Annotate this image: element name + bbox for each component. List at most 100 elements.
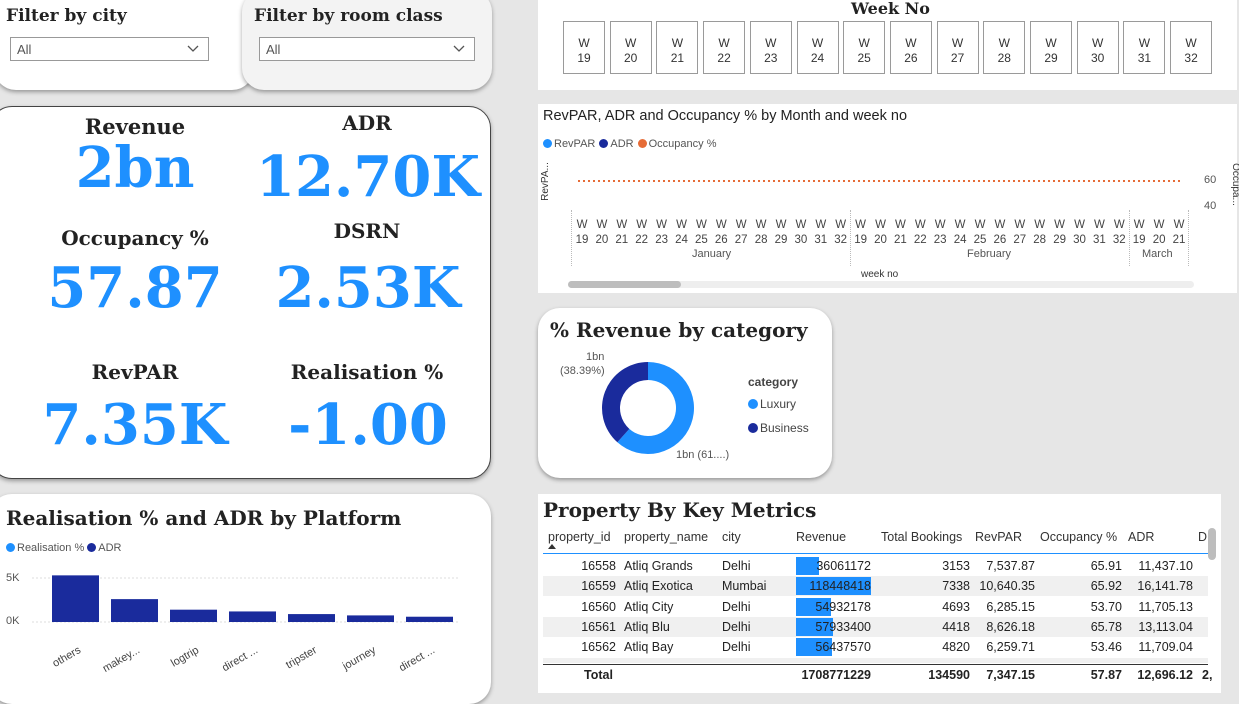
category-legend-title: category bbox=[748, 375, 799, 389]
week-button[interactable]: W 23 bbox=[749, 21, 792, 74]
column-header[interactable]: Revenue bbox=[796, 530, 846, 544]
week-button[interactable]: W 32 bbox=[1170, 21, 1213, 74]
cell-bookings: 3153 bbox=[942, 559, 970, 573]
x-tick-number: 29 bbox=[774, 234, 788, 246]
week-button[interactable]: W 19 bbox=[563, 21, 605, 74]
legend-label: ADR bbox=[610, 138, 634, 150]
cell-property-name: Atliq City bbox=[624, 599, 674, 614]
week-prefix: W bbox=[671, 36, 684, 50]
table-row[interactable]: 16561 Atliq Blu Delhi 57933400 4418 8,626.18 6… bbox=[543, 616, 1208, 637]
platform-bar[interactable] bbox=[170, 609, 217, 622]
table-row[interactable]: 16558 Atliq Grands Delhi 36061172 3153 7,537.… bbox=[543, 556, 1208, 576]
donut-slice-business[interactable] bbox=[602, 362, 648, 443]
x-tick-week: W bbox=[616, 219, 628, 231]
cell-property-name: Atliq Exotica bbox=[624, 579, 693, 594]
chevron-down-icon bbox=[453, 45, 465, 52]
horizontal-scrollbar[interactable] bbox=[568, 281, 1194, 288]
luxury-slice-label: 1bn (61....) bbox=[676, 449, 730, 461]
x-tick-week: W bbox=[855, 219, 867, 231]
city-filter-dropdown[interactable]: All bbox=[10, 37, 209, 61]
trend-chart-legend: RevPAR ADR Occupancy % bbox=[543, 138, 720, 150]
x-tick-number: 21 bbox=[1172, 234, 1186, 246]
legend-item[interactable]: ADR bbox=[599, 138, 634, 150]
room-class-filter-value: All bbox=[266, 42, 281, 57]
column-header[interactable]: RevPAR bbox=[975, 530, 1022, 544]
month-separator bbox=[1188, 210, 1189, 266]
week-button[interactable]: W 24 bbox=[796, 21, 839, 74]
x-tick-number: 27 bbox=[734, 234, 748, 246]
scrollbar-thumb[interactable] bbox=[568, 281, 681, 288]
platform-bars: others makey... logtrip direct ... tripster j… bbox=[32, 575, 460, 675]
x-tick-number: 24 bbox=[675, 234, 688, 246]
revenue-databar bbox=[796, 557, 819, 575]
week-button[interactable]: W 20 bbox=[609, 21, 652, 74]
table-row[interactable]: 16559 Atliq Exotica Mumbai 118448418 7338 10,… bbox=[543, 576, 1208, 597]
week-button[interactable]: W 27 bbox=[936, 21, 979, 74]
x-tick-number: 30 bbox=[1073, 234, 1086, 246]
month-separator bbox=[850, 210, 851, 266]
x-tick-number: 20 bbox=[595, 234, 609, 246]
x-tick-week: W bbox=[1054, 219, 1066, 231]
week-button[interactable]: W 21 bbox=[656, 21, 699, 74]
platform-bar[interactable] bbox=[288, 614, 335, 622]
x-tick-number: 32 bbox=[834, 234, 848, 246]
cell-occupancy: 53.46 bbox=[1090, 640, 1122, 655]
occupancy-line bbox=[578, 180, 1181, 182]
x-tick-week: W bbox=[1034, 219, 1046, 231]
sort-arrow-icon[interactable] bbox=[548, 544, 556, 549]
header-divider bbox=[543, 553, 1208, 554]
legend-item[interactable]: RevPAR bbox=[543, 138, 595, 150]
legend-item[interactable]: Occupancy % bbox=[637, 138, 716, 150]
cell-occupancy: 65.91 bbox=[1090, 559, 1122, 573]
cell-revenue: 118448418 bbox=[809, 579, 871, 594]
column-header[interactable]: Total Bookings bbox=[881, 530, 962, 544]
x-tick-number: 29 bbox=[1053, 234, 1066, 246]
platform-bar[interactable] bbox=[52, 575, 99, 622]
table-row[interactable]: 16562 Atliq Bay Delhi 56437570 4820 6,259.71 5… bbox=[543, 637, 1208, 658]
month-separator bbox=[1129, 210, 1130, 266]
revenue-value: 2bn bbox=[75, 135, 195, 201]
x-tick-number: 20 bbox=[1152, 234, 1166, 246]
week-button[interactable]: W 28 bbox=[983, 21, 1026, 74]
x-tick-week: W bbox=[695, 219, 707, 231]
cell-bookings: 4820 bbox=[942, 640, 970, 655]
week-prefix: W bbox=[1185, 36, 1197, 50]
platform-bar[interactable] bbox=[229, 611, 276, 622]
platform-bar[interactable] bbox=[111, 599, 158, 622]
week-button[interactable]: W 29 bbox=[1030, 21, 1072, 74]
realisation-label: Realisation % bbox=[290, 360, 444, 384]
cell-adr: 11,709.04 bbox=[1138, 640, 1193, 655]
column-header[interactable]: property_name bbox=[624, 530, 708, 544]
week-button[interactable]: W 22 bbox=[703, 21, 746, 74]
platform-bar[interactable] bbox=[347, 615, 394, 622]
week-number: 26 bbox=[904, 51, 918, 65]
x-tick-week: W bbox=[875, 219, 886, 231]
week-button[interactable]: W 31 bbox=[1123, 21, 1166, 74]
x-tick-number: 23 bbox=[933, 234, 947, 246]
column-header[interactable]: D bbox=[1198, 530, 1207, 544]
week-button[interactable]: W 25 bbox=[843, 21, 886, 74]
business-slice-pct: (38.39%) bbox=[560, 365, 605, 377]
legend-luxury[interactable]: Luxury bbox=[748, 397, 796, 411]
column-header[interactable]: property_id bbox=[548, 530, 611, 544]
platform-bar[interactable] bbox=[406, 616, 453, 622]
legend-business[interactable]: Business bbox=[748, 421, 809, 435]
column-header[interactable]: ADR bbox=[1128, 530, 1154, 544]
column-header[interactable]: Occupancy % bbox=[1040, 530, 1117, 544]
x-tick-week: W bbox=[795, 219, 807, 231]
x-tick-number: 26 bbox=[993, 234, 1007, 246]
trend-chart-title: RevPAR, ADR and Occupancy % by Month and… bbox=[543, 108, 908, 124]
week-slicer: Week No W 19 W 20 W 21 W 22 W 23 W 24 W 25 W 26 W 27 W 28 W 2… bbox=[538, 0, 1237, 90]
x-tick-label: logtrip bbox=[169, 644, 201, 669]
city-filter-card: Filter by city All bbox=[0, 0, 254, 90]
chevron-down-icon bbox=[187, 45, 199, 52]
room-class-filter-dropdown[interactable]: All bbox=[259, 37, 475, 61]
week-number: 32 bbox=[1184, 51, 1198, 65]
week-button[interactable]: W 30 bbox=[1076, 21, 1119, 74]
column-header[interactable]: city bbox=[722, 530, 741, 544]
table-row[interactable]: 16560 Atliq City Delhi 54932178 4693 6,285.15… bbox=[543, 596, 1208, 617]
legend-luxury-label: Luxury bbox=[760, 397, 797, 411]
vertical-scrollbar[interactable] bbox=[1208, 528, 1216, 560]
week-button[interactable]: W 26 bbox=[889, 21, 932, 74]
x-tick-number: 31 bbox=[1092, 234, 1106, 246]
